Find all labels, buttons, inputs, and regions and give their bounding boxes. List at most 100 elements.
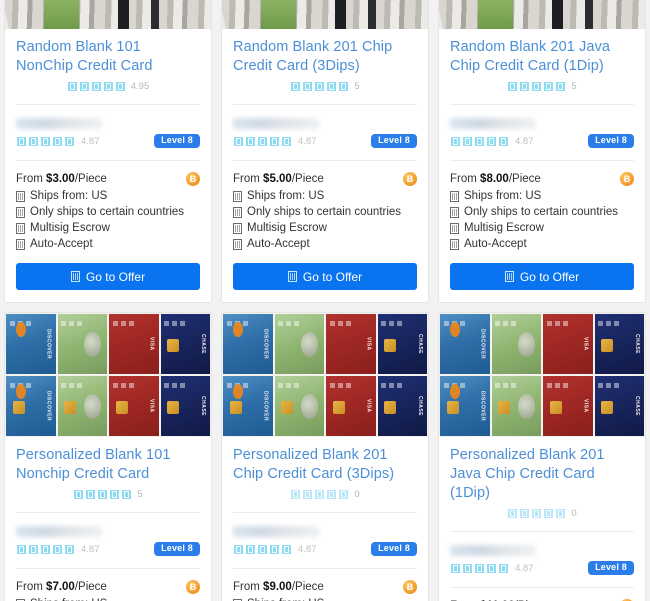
card-chip: [601, 401, 614, 415]
go-to-offer-label: Go to Offer: [302, 269, 363, 284]
product-feature: Ships from: US: [450, 190, 634, 202]
feature-icon: [233, 222, 242, 234]
product-card[interactable]: Random Blank 201 Java Chip Credit Card (…: [438, 0, 646, 303]
vendor-name-redacted[interactable]: [16, 526, 102, 537]
price-amount: $5.00: [263, 173, 292, 185]
star-icon: [73, 489, 85, 500]
photo-detail: [151, 0, 160, 29]
product-card[interactable]: DISCOVER VISA CHASE DISCOVER VISA CHASE Person…: [221, 312, 429, 601]
star-icon: [519, 81, 531, 92]
card-brand-label: CHASE: [417, 333, 424, 354]
product-title-link[interactable]: Random Blank 201 Java Chip Credit Card (…: [450, 38, 634, 76]
credit-card-thumb: CHASE: [160, 314, 210, 374]
credit-card-thumb: VISA: [326, 314, 376, 374]
card-embossing: [381, 321, 405, 327]
card-logo: [232, 322, 243, 337]
product-rating-value: 5: [137, 489, 143, 500]
card-embossing: [598, 321, 622, 327]
product-card[interactable]: DISCOVER VISA CHASE DISCOVER VISA CHASE Person…: [4, 312, 212, 601]
card-chip: [64, 401, 77, 415]
credit-card-thumb: CHASE: [594, 376, 644, 436]
card-brand-label: [313, 381, 322, 431]
product-feature: Ships from: US: [233, 190, 417, 202]
price-text: From $7.00/Piece: [16, 581, 107, 593]
price-unit: /Piece: [508, 173, 541, 185]
price-amount: $8.00: [480, 173, 509, 185]
product-image[interactable]: DISCOVER VISA CHASE DISCOVER VISA CHASE: [222, 313, 428, 437]
star-rating: [450, 562, 509, 574]
star-icon: [66, 81, 78, 92]
vendor-section: 4.87 Level 8: [233, 526, 417, 556]
star-icon: [16, 543, 27, 555]
feature-icon: [450, 206, 459, 218]
star-icon: [28, 135, 39, 147]
card-brand-label: CHASE: [417, 395, 424, 416]
star-icon: [531, 508, 543, 519]
product-image[interactable]: [439, 0, 645, 29]
vendor-name-redacted[interactable]: [450, 118, 536, 129]
credit-card-thumb: CHASE: [377, 376, 427, 436]
product-title-link[interactable]: Personalized Blank 101 Nonchip Credit Ca…: [16, 446, 200, 484]
star-icon: [314, 489, 326, 500]
vendor-name-redacted[interactable]: [16, 118, 102, 129]
star-icon: [302, 81, 314, 92]
credit-card-thumb: DISCOVER: [6, 376, 56, 436]
vendor-level-badge: Level 8: [371, 542, 417, 556]
product-feature: Only ships to certain countries: [233, 206, 417, 218]
product-title-link[interactable]: Personalized Blank 201 Java Chip Credit …: [450, 446, 634, 503]
product-card[interactable]: DISCOVER VISA CHASE DISCOVER VISA CHASE Person…: [438, 312, 646, 601]
go-to-offer-button[interactable]: Go to Offer: [450, 263, 634, 290]
star-icon: [245, 543, 256, 555]
divider: [16, 512, 200, 513]
star-icon: [462, 135, 473, 147]
vendor-rating-value: 4.87: [81, 543, 100, 555]
product-feature-label: Ships from: US: [30, 190, 108, 202]
card-embossing: [61, 383, 85, 389]
bitcoin-coin-icon: Ƀ: [186, 580, 200, 594]
star-icon: [90, 81, 102, 92]
bitcoin-coin-icon: Ƀ: [403, 580, 417, 594]
star-icon: [233, 135, 244, 147]
card-brand-label: VISA: [365, 337, 372, 351]
star-icon: [543, 81, 555, 92]
vendor-name-redacted[interactable]: [450, 545, 536, 556]
card-logo: [15, 322, 26, 337]
product-rating: 5: [233, 81, 417, 92]
product-card-body: Personalized Blank 201 Java Chip Credit …: [439, 437, 645, 601]
product-rating: 5: [450, 81, 634, 92]
go-to-offer-button[interactable]: Go to Offer: [16, 263, 200, 290]
card-brand-label: VISA: [582, 399, 589, 413]
star-icon: [257, 543, 268, 555]
star-icon: [233, 543, 244, 555]
product-image[interactable]: [5, 0, 211, 29]
star-icon: [40, 135, 51, 147]
price-prefix: From: [16, 581, 43, 593]
price-amount: $3.00: [46, 173, 75, 185]
product-rating-value: 0: [571, 508, 577, 519]
card-chip: [12, 401, 25, 415]
star-icon: [462, 562, 473, 574]
product-title-link[interactable]: Random Blank 101 NonChip Credit Card: [16, 38, 200, 76]
product-image[interactable]: DISCOVER VISA CHASE DISCOVER VISA CHASE: [439, 313, 645, 437]
product-card[interactable]: Random Blank 201 Chip Credit Card (3Dips…: [221, 0, 429, 303]
product-card-body: Random Blank 101 NonChip Credit Card 4.95…: [5, 29, 211, 302]
go-to-offer-button[interactable]: Go to Offer: [233, 263, 417, 290]
credit-card-thumb: [57, 376, 107, 436]
star-icon: [97, 489, 109, 500]
vendor-name-redacted[interactable]: [233, 526, 319, 537]
price-prefix: From: [16, 173, 43, 185]
product-rating-value: 5: [354, 81, 360, 92]
star-icon: [52, 543, 63, 555]
star-icon: [269, 135, 280, 147]
product-card[interactable]: Random Blank 101 NonChip Credit Card 4.95…: [4, 0, 212, 303]
vendor-rating-line: 4.87 Level 8: [16, 134, 200, 148]
product-image[interactable]: DISCOVER VISA CHASE DISCOVER VISA CHASE: [5, 313, 211, 437]
product-title-link[interactable]: Personalized Blank 201 Chip Credit Card …: [233, 446, 417, 484]
feature-icon: [16, 206, 25, 218]
card-logo: [232, 384, 243, 399]
product-title-link[interactable]: Random Blank 201 Chip Credit Card (3Dips…: [233, 38, 417, 76]
vendor-name-redacted[interactable]: [233, 118, 319, 129]
product-image[interactable]: [222, 0, 428, 29]
star-icon: [109, 489, 121, 500]
product-feature-label: Only ships to certain countries: [464, 206, 619, 218]
